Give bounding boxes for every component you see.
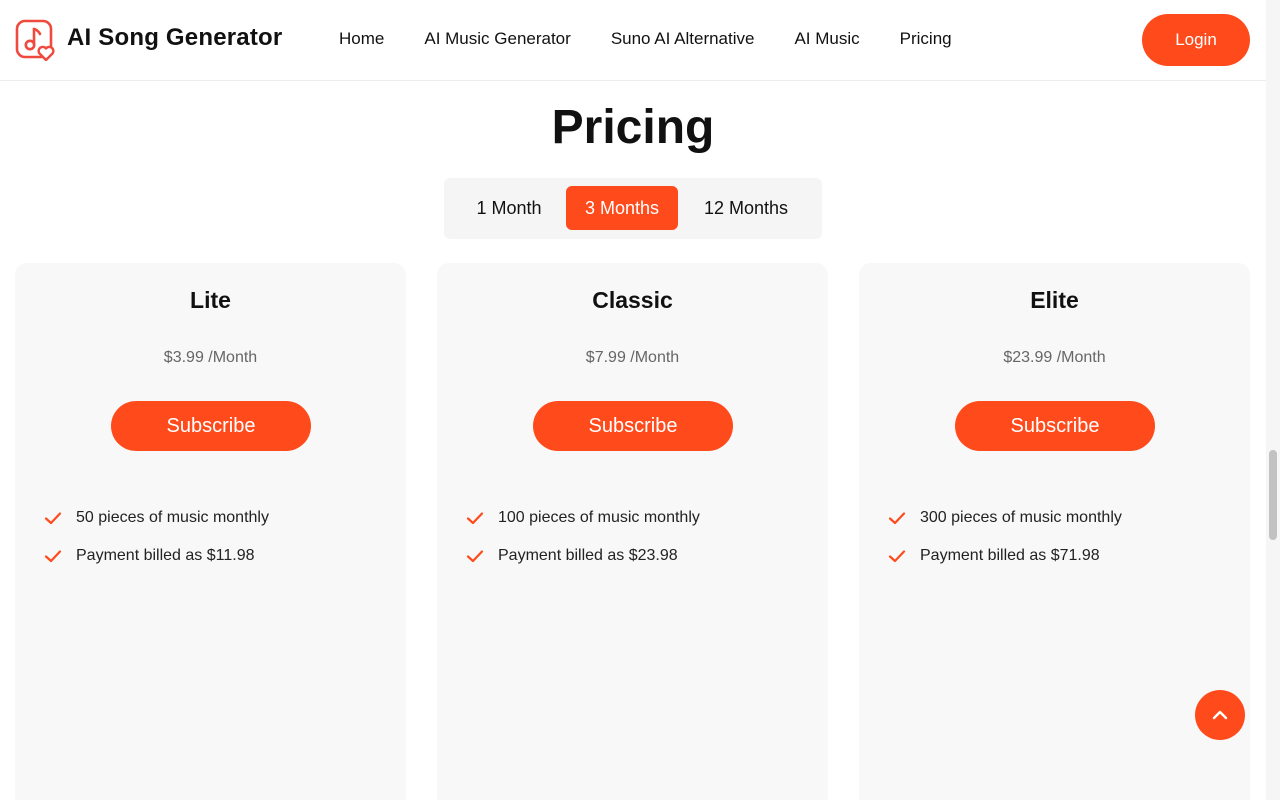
check-icon: [888, 512, 906, 525]
main-nav: Home AI Music Generator Suno AI Alternat…: [339, 29, 992, 49]
subscribe-button-elite[interactable]: Subscribe: [955, 401, 1155, 451]
feature-list: 50 pieces of music monthly Payment bille…: [43, 499, 269, 575]
plan-card-elite: Elite $23.99 /Month Subscribe 300 pieces…: [859, 263, 1250, 800]
plan-card-lite: Lite $3.99 /Month Subscribe 50 pieces of…: [15, 263, 406, 800]
scrollbar-thumb[interactable]: [1269, 450, 1277, 540]
plan-name: Classic: [592, 287, 673, 313]
feature-list: 100 pieces of music monthly Payment bill…: [465, 499, 700, 575]
feature-item: Payment billed as $23.98: [465, 537, 700, 575]
plan-name: Lite: [190, 287, 231, 313]
subscribe-button-classic[interactable]: Subscribe: [533, 401, 733, 451]
chevron-up-icon: [1212, 710, 1228, 720]
nav-home[interactable]: Home: [339, 29, 384, 49]
plan-price: $23.99 /Month: [1003, 349, 1106, 366]
feature-text: 50 pieces of music monthly: [76, 509, 269, 526]
music-note-heart-icon[interactable]: [15, 19, 55, 61]
check-icon: [466, 512, 484, 525]
feature-item: Payment billed as $71.98: [887, 537, 1122, 575]
feature-item: 50 pieces of music monthly: [43, 499, 269, 537]
period-option-3-months[interactable]: 3 Months: [566, 186, 678, 230]
plan-card-classic: Classic $7.99 /Month Subscribe 100 piece…: [437, 263, 828, 800]
nav-ai-music[interactable]: AI Music: [794, 29, 859, 49]
period-option-1-month[interactable]: 1 Month: [462, 186, 556, 230]
nav-pricing[interactable]: Pricing: [900, 29, 952, 49]
check-icon: [888, 550, 906, 563]
scrollbar-track[interactable]: [1266, 0, 1280, 800]
nav-ai-music-generator[interactable]: AI Music Generator: [424, 29, 570, 49]
billing-period-toggle: 1 Month 3 Months 12 Months: [444, 178, 822, 239]
check-icon: [44, 512, 62, 525]
back-to-top-button[interactable]: [1195, 690, 1245, 740]
plan-price: $7.99 /Month: [585, 349, 680, 366]
site-header: AI Song Generator Home AI Music Generato…: [0, 0, 1266, 81]
feature-text: 100 pieces of music monthly: [498, 509, 700, 526]
feature-item: 100 pieces of music monthly: [465, 499, 700, 537]
check-icon: [44, 550, 62, 563]
login-button[interactable]: Login: [1142, 14, 1250, 66]
brand-name[interactable]: AI Song Generator: [67, 24, 282, 52]
plan-name: Elite: [1030, 287, 1079, 313]
feature-item: 300 pieces of music monthly: [887, 499, 1122, 537]
feature-text: 300 pieces of music monthly: [920, 509, 1122, 526]
feature-item: Payment billed as $11.98: [43, 537, 269, 575]
page-title: Pricing: [551, 101, 715, 154]
plan-price: $3.99 /Month: [163, 349, 258, 366]
page: AI Song Generator Home AI Music Generato…: [0, 0, 1280, 800]
check-icon: [466, 550, 484, 563]
feature-text: Payment billed as $11.98: [76, 547, 255, 564]
feature-text: Payment billed as $23.98: [498, 547, 678, 564]
feature-list: 300 pieces of music monthly Payment bill…: [887, 499, 1122, 575]
subscribe-button-lite[interactable]: Subscribe: [111, 401, 311, 451]
period-option-12-months[interactable]: 12 Months: [688, 186, 804, 230]
feature-text: Payment billed as $71.98: [920, 547, 1100, 564]
nav-suno-ai-alternative[interactable]: Suno AI Alternative: [611, 29, 755, 49]
